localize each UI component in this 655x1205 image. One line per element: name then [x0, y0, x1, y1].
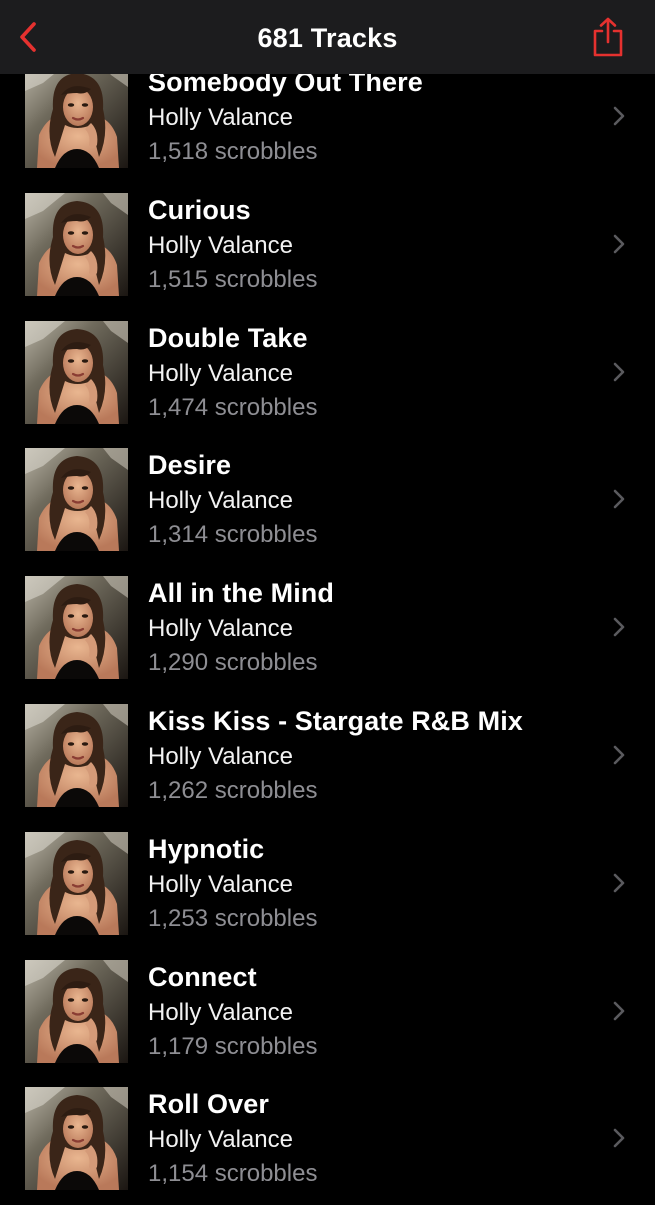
album-art: [25, 65, 128, 168]
track-artist: Holly Valance: [148, 1126, 293, 1154]
scrobble-count: 1,290 scrobbles: [148, 649, 318, 677]
page-title: 681 Tracks: [257, 23, 398, 53]
scrobble-count: 1,474 scrobbles: [148, 393, 318, 421]
chevron-right-icon: [613, 617, 625, 637]
track-artist: Holly Valance: [148, 359, 293, 387]
track-title: Roll Over: [148, 1089, 269, 1120]
track-row[interactable]: Connect Holly Valance 1,179 scrobbles: [0, 950, 655, 1078]
scrobble-count: 1,154 scrobbles: [148, 1160, 318, 1188]
track-row[interactable]: Somebody Out There Holly Valance 1,518 s…: [0, 55, 655, 183]
track-artist: Holly Valance: [148, 870, 293, 898]
scrobble-count: 1,262 scrobbles: [148, 776, 318, 804]
album-art: [25, 1087, 128, 1191]
chevron-right-icon: [613, 362, 625, 381]
chevron-right-icon: [613, 873, 625, 893]
track-title: Curious: [148, 194, 251, 225]
track-title: Kiss Kiss - Stargate R&B Mix: [148, 705, 523, 736]
chevron-right-icon: [613, 490, 625, 509]
track-row[interactable]: Curious Holly Valance 1,515 scrobbles: [0, 183, 655, 311]
track-title: Desire: [148, 450, 232, 481]
track-list: Somebody Out There Holly Valance 1,518 s…: [0, 55, 655, 1205]
track-title: All in the Mind: [148, 578, 334, 609]
scrobble-count: 1,179 scrobbles: [148, 1032, 318, 1060]
album-art: [25, 448, 128, 552]
scrobble-count: 1,515 scrobbles: [148, 265, 318, 293]
track-row[interactable]: Desire Holly Valance 1,314 scrobbles: [0, 438, 655, 566]
share-button[interactable]: [587, 12, 629, 62]
track-artist: Holly Valance: [148, 231, 293, 259]
album-art: [25, 576, 128, 680]
scrobble-count: 1,253 scrobbles: [148, 904, 318, 932]
chevron-right-icon: [613, 1129, 625, 1148]
album-art: [25, 320, 128, 424]
chevron-right-icon: [613, 1001, 625, 1020]
album-art: [25, 192, 128, 296]
album-art: [25, 959, 128, 1063]
track-artist: Holly Valance: [148, 487, 293, 515]
track-row[interactable]: All in the Mind Holly Valance 1,290 scro…: [0, 566, 655, 694]
track-title: Hypnotic: [148, 833, 265, 864]
scrobble-count: 1,314 scrobbles: [148, 521, 318, 549]
navigation-bar: 681 Tracks: [0, 0, 655, 74]
album-art: [25, 703, 128, 807]
track-title: Double Take: [148, 322, 308, 353]
chevron-right-icon: [613, 234, 625, 254]
album-art: [25, 831, 128, 935]
scrobble-count: 1,518 scrobbles: [148, 138, 318, 165]
track-row[interactable]: Roll Over Holly Valance 1,154 scrobbles: [0, 1077, 655, 1205]
chevron-right-icon: [613, 745, 625, 765]
track-artist: Holly Valance: [148, 615, 293, 643]
track-row[interactable]: Double Take Holly Valance 1,474 scrobble…: [0, 311, 655, 439]
track-artist: Holly Valance: [148, 742, 293, 770]
track-row[interactable]: Kiss Kiss - Stargate R&B Mix Holly Valan…: [0, 694, 655, 822]
chevron-right-icon: [613, 106, 625, 126]
track-artist: Holly Valance: [148, 104, 293, 131]
track-row[interactable]: Hypnotic Holly Valance 1,253 scrobbles: [0, 822, 655, 950]
track-artist: Holly Valance: [148, 998, 293, 1026]
track-title: Connect: [148, 961, 257, 992]
share-icon: [593, 17, 623, 57]
